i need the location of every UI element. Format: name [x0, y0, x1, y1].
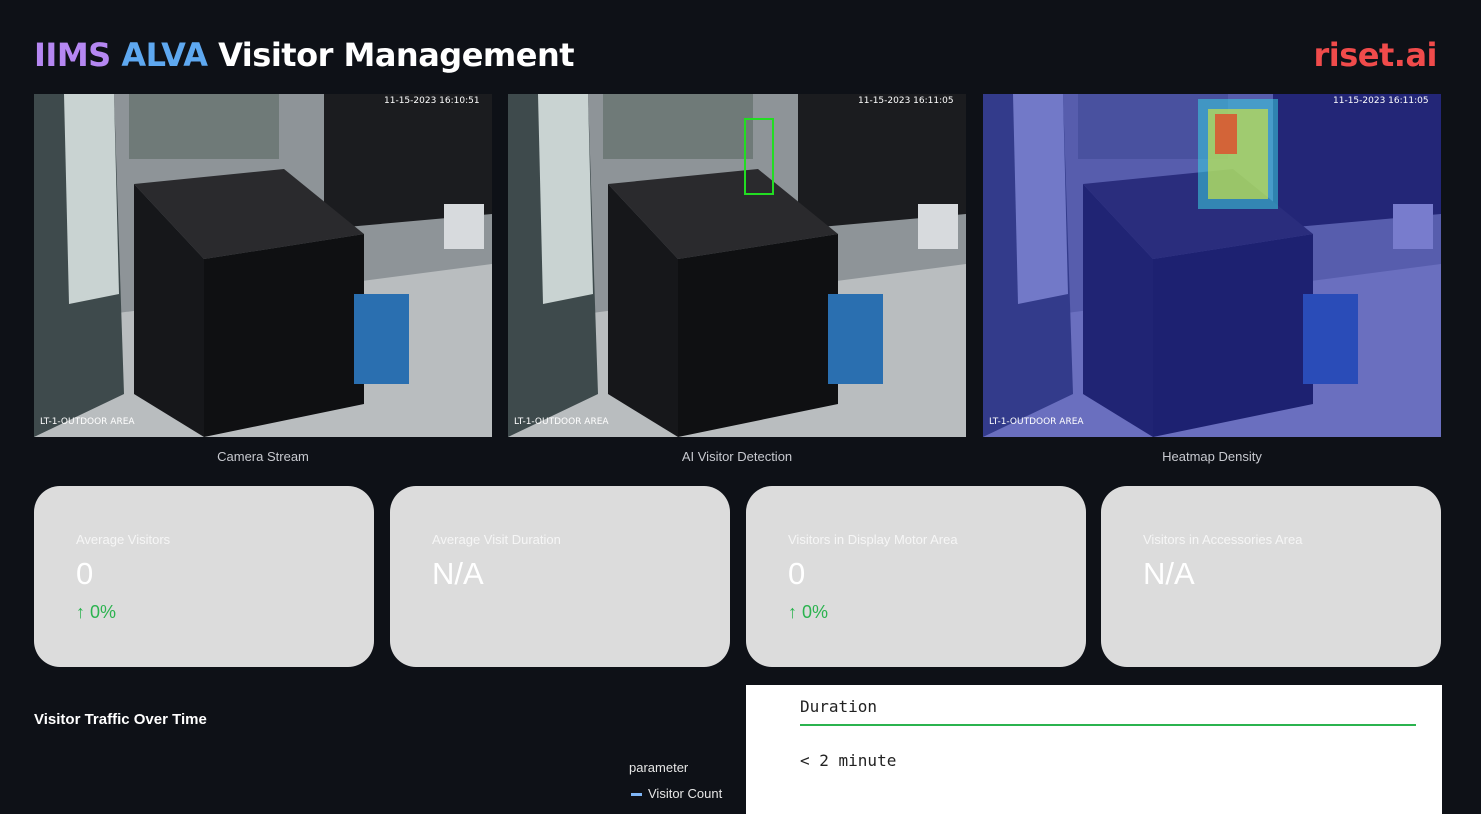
metric-label: Visitors in Display Motor Area — [788, 532, 958, 547]
metric-label: Average Visit Duration — [432, 532, 561, 547]
metric-value: N/A — [432, 556, 484, 591]
chart-legend-item[interactable]: Visitor Count — [629, 786, 722, 801]
metric-card-average-visit-duration: Average Visit Duration N/A — [390, 486, 730, 667]
metric-card-accessories-area: Visitors in Accessories Area N/A — [1101, 486, 1441, 667]
camera-timestamp: 11-15-2023 16:11:05 — [1333, 96, 1429, 106]
heatmap-density-caption: Heatmap Density — [1162, 449, 1262, 464]
heatmap-density-image: 11-15-2023 16:11:05 LT-1-OUTDOOR AREA — [983, 94, 1441, 437]
metric-label: Average Visitors — [76, 532, 171, 547]
camera-location: LT-1-OUTDOOR AREA — [989, 417, 1084, 427]
metric-value: N/A — [1143, 556, 1195, 591]
camera-timestamp: 11-15-2023 16:10:51 — [384, 96, 480, 106]
legend-swatch-icon — [631, 793, 642, 797]
camera-location: LT-1-OUTDOOR AREA — [514, 417, 609, 427]
arrow-up-icon: ↑ — [788, 602, 797, 622]
table-header-divider — [800, 724, 1416, 726]
camera-location: LT-1-OUTDOOR AREA — [40, 417, 135, 427]
camera-timestamp: 11-15-2023 16:11:05 — [858, 96, 954, 106]
metric-card-display-motor-area: Visitors in Display Motor Area 0 ↑ 0% — [746, 486, 1086, 667]
duration-table: Duration < 2 minute — [746, 685, 1442, 814]
page-title: IIMS ALVA Visitor Management — [34, 34, 575, 76]
arrow-up-icon: ↑ — [76, 602, 85, 622]
title-rest: Visitor Management — [218, 36, 575, 74]
camera-stream-caption: Camera Stream — [217, 449, 309, 464]
table-row: < 2 minute — [800, 751, 897, 770]
heatmap-hotspot — [1215, 114, 1237, 154]
metric-label: Visitors in Accessories Area — [1143, 532, 1303, 547]
brand-logo-text: riset.ai — [1313, 36, 1437, 74]
visitor-traffic-title: Visitor Traffic Over Time — [34, 711, 207, 728]
metric-delta-value: 0% — [802, 602, 829, 622]
title-iims: IIMS — [34, 36, 111, 74]
metric-value: 0 — [788, 556, 806, 591]
metric-delta-value: 0% — [90, 602, 117, 622]
metric-delta: ↑ 0% — [788, 602, 828, 623]
camera-stream-image: 11-15-2023 16:10:51 LT-1-OUTDOOR AREA — [34, 94, 492, 437]
metric-value: 0 — [76, 556, 94, 591]
metric-delta: ↑ 0% — [76, 602, 116, 623]
legend-item-label: Visitor Count — [648, 786, 723, 801]
metric-card-average-visitors: Average Visitors 0 ↑ 0% — [34, 486, 374, 667]
ai-visitor-detection-image: 11-15-2023 16:11:05 LT-1-OUTDOOR AREA — [508, 94, 966, 437]
title-alva: ALVA — [121, 36, 208, 74]
ai-visitor-detection-caption: AI Visitor Detection — [681, 449, 793, 464]
app-header: IIMS ALVA Visitor Management riset.ai — [34, 34, 1441, 78]
table-header-duration: Duration — [800, 697, 878, 716]
chart-legend-title: parameter — [629, 760, 689, 775]
